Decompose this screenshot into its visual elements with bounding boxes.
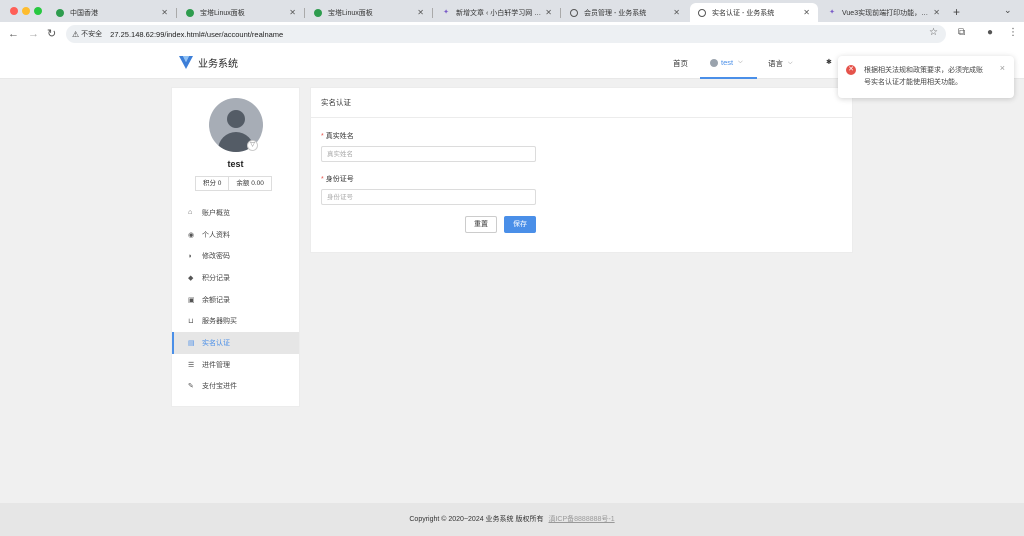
id-number-label: * 身份证号 (321, 176, 354, 183)
id-number-input[interactable] (321, 189, 536, 205)
maximize-window-button[interactable] (34, 7, 42, 15)
page-viewport: 业务系统 首页 test ⌵ 语言 ⌵ ✱ ▽ test 积分 0 余额 0.0… (0, 46, 1024, 536)
browser-tab-active[interactable]: 实名认证 - 业务系统 ✕ (690, 3, 818, 22)
tag-icon: ◆ (188, 274, 194, 282)
wordpress-icon: ✦ (443, 8, 449, 16)
globe-icon (570, 8, 578, 17)
chevron-down-icon: ⌵ (738, 59, 743, 65)
browser-tab-5[interactable]: 会员管理 - 业务系统 ✕ (562, 3, 688, 22)
sidebar-item-alipay[interactable]: ✎ 支付宝进件 (172, 376, 299, 398)
error-icon: ✕ (846, 65, 856, 75)
required-mark: * (321, 133, 324, 140)
back-button[interactable]: ← (8, 27, 19, 41)
user-circle-icon: ◉ (188, 231, 195, 239)
close-icon[interactable]: ✕ (673, 8, 680, 17)
browser-chrome: 中国香港 ✕ 宝塔Linux面板 ✕ 宝塔Linux面板 ✕ ✦ 新增文章 ‹ … (0, 0, 1024, 46)
nav-home[interactable]: 首页 (673, 58, 688, 69)
toast-close-icon[interactable]: × (1000, 63, 1005, 73)
close-icon[interactable]: ✕ (933, 8, 940, 17)
browser-tab-3[interactable]: 宝塔Linux面板 ✕ (306, 3, 432, 22)
home-icon: ⌂ (188, 209, 193, 217)
sidebar-item-balance[interactable]: ▣ 余额记录 (172, 289, 299, 311)
profile-icon[interactable]: ● (987, 27, 993, 38)
name-label: * 真实姓名 (321, 133, 354, 140)
sidebar-item-points[interactable]: ◆ 积分记录 (172, 267, 299, 289)
browser-tab-4[interactable]: ✦ 新增文章 ‹ 小白轩学习网 — Wo ✕ (434, 3, 560, 22)
shield-icon (186, 8, 194, 17)
browser-tab-7[interactable]: ✦ Vue3实现前端打印功能，10分 ✕ (820, 3, 948, 22)
close-icon[interactable]: ✕ (161, 8, 168, 17)
extensions-icon[interactable]: ⧉ (958, 27, 965, 38)
reset-button[interactable]: 重置 (465, 216, 497, 233)
close-icon[interactable]: ✕ (289, 8, 296, 17)
active-nav-indicator (700, 77, 757, 79)
address-bar[interactable]: ⚠ 不安全 27.25.148.62:99/index.html#/user/a… (66, 25, 946, 43)
edit-icon: ✎ (188, 383, 194, 391)
id-card-icon: ▤ (188, 339, 195, 347)
sidebar-item-profile[interactable]: ◉ 个人资料 (172, 224, 299, 246)
browser-tab-1[interactable]: 中国香港 ✕ (48, 3, 176, 22)
list-icon: ☰ (188, 361, 195, 369)
minimize-window-button[interactable] (22, 7, 30, 15)
browser-menu-icon[interactable]: ⋮ (1008, 27, 1018, 38)
close-icon[interactable]: ✕ (803, 8, 810, 17)
shield-icon: ◗ (188, 252, 193, 260)
bookmark-star-icon[interactable]: ☆ (929, 27, 938, 38)
verify-badge-icon: ▽ (247, 140, 258, 151)
new-tab-button[interactable]: + (953, 5, 960, 19)
reload-button[interactable]: ↻ (47, 27, 56, 41)
browser-tab-2[interactable]: 宝塔Linux面板 ✕ (178, 3, 304, 22)
site-logo[interactable]: 业务系统 (178, 54, 238, 70)
chevron-down-icon: ⌵ (788, 60, 793, 66)
profile-username: test (227, 159, 244, 169)
save-button[interactable]: 保存 (504, 216, 536, 233)
required-mark: * (321, 176, 324, 183)
vue-icon: ✦ (829, 8, 835, 16)
copyright-text: Copyright © 2020~2024 业务系统 版权所有 (409, 516, 544, 523)
balance-stat[interactable]: 余额 0.00 (228, 177, 270, 190)
tab-search-button[interactable]: ⌄ (1004, 5, 1012, 16)
sidebar-item-password[interactable]: ◗ 修改密码 (172, 245, 299, 267)
warning-icon: ⚠ (72, 29, 80, 39)
panel-title: 实名认证 (311, 88, 852, 118)
close-window-button[interactable] (10, 7, 18, 15)
nav-user-menu[interactable]: test ⌵ (710, 58, 743, 67)
toast-message: 根据相关法规和政策要求，必须完成账号实名认证才能使用相关功能。 (864, 67, 983, 86)
globe-icon (698, 8, 706, 17)
close-icon[interactable]: ✕ (545, 8, 552, 17)
forward-button[interactable]: → (28, 27, 39, 41)
sidebar-menu: ⌂ 账户概览 ◉ 个人资料 ◗ 修改密码 ◆ 积分记录 ▣ 余额记录 ⊔ 服务器… (172, 202, 299, 397)
avatar (710, 58, 718, 67)
realname-panel: 实名认证 *真实姓名 *身份证号 重置 保存 (310, 87, 853, 253)
close-icon[interactable]: ✕ (417, 8, 424, 17)
sidebar-item-realname[interactable]: ▤ 实名认证 (172, 332, 299, 354)
icp-link[interactable]: 滇ICP备8888888号-1 (548, 516, 614, 523)
browser-toolbar: ← → ↻ ⚠ 不安全 27.25.148.62:99/index.html#/… (0, 22, 1024, 46)
real-name-input[interactable] (321, 146, 536, 162)
money-icon: ▣ (188, 296, 195, 304)
sidebar-item-applications[interactable]: ☰ 进件管理 (172, 354, 299, 376)
shield-icon (314, 8, 322, 17)
url-text[interactable]: 27.25.148.62:99/index.html#/user/account… (110, 30, 283, 39)
logo-icon (179, 56, 193, 69)
tab-strip: 中国香港 ✕ 宝塔Linux面板 ✕ 宝塔Linux面板 ✕ ✦ 新增文章 ‹ … (0, 0, 1024, 22)
theme-toggle-icon[interactable]: ✱ (826, 58, 832, 66)
nav-language-menu[interactable]: 语言 ⌵ (768, 58, 793, 69)
site-footer: Copyright © 2020~2024 业务系统 版权所有 滇ICP备888… (0, 503, 1024, 536)
sidebar-item-overview[interactable]: ⌂ 账户概览 (172, 202, 299, 224)
user-sidebar: ▽ test 积分 0 余额 0.00 ⌂ 账户概览 ◉ 个人资料 ◗ 修改密码… (171, 87, 300, 407)
points-stat[interactable]: 积分 0 (196, 177, 228, 190)
sidebar-item-server-purchase[interactable]: ⊔ 服务器购买 (172, 310, 299, 332)
cart-icon: ⊔ (188, 318, 194, 326)
app-name: 业务系统 (198, 58, 238, 70)
shield-icon (56, 8, 64, 17)
error-toast: ✕ 根据相关法规和政策要求，必须完成账号实名认证才能使用相关功能。 × (838, 56, 1014, 98)
account-stats: 积分 0 余额 0.00 (195, 176, 272, 191)
